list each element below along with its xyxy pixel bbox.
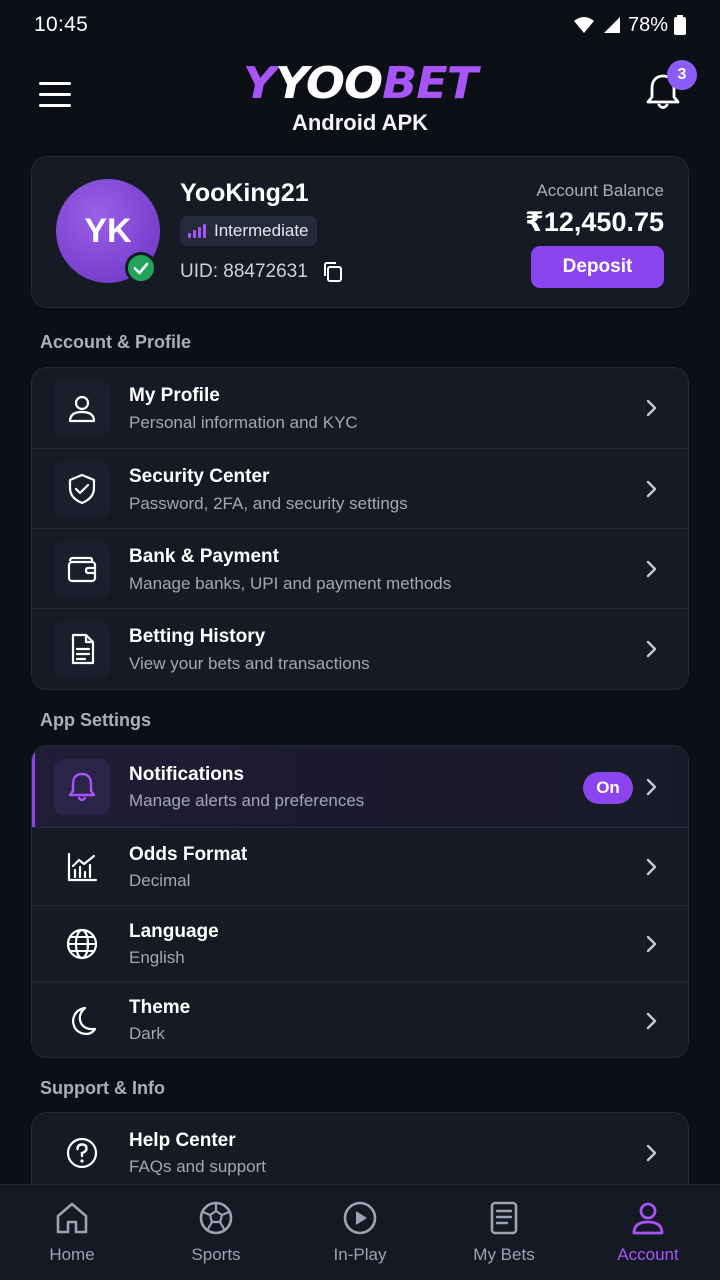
battery-icon — [674, 15, 686, 35]
document-icon — [54, 621, 110, 677]
user-icon — [54, 380, 110, 436]
menu-item-my-profile[interactable]: My Profile Personal information and KYC — [32, 368, 688, 448]
section-title-support: Support & Info — [40, 1078, 165, 1098]
menu-item-subtitle: Decimal — [129, 871, 191, 890]
menu-item-title: Language — [129, 921, 219, 942]
balance-label: Account Balance — [536, 181, 664, 200]
signal-bars-icon — [188, 224, 206, 238]
nav-label: My Bets — [473, 1245, 535, 1264]
brand: YYOOBET Android APK — [0, 58, 720, 136]
menu-item-title: My Profile — [129, 385, 220, 406]
menu-item-security-center[interactable]: Security Center Password, 2FA, and secur… — [32, 448, 688, 528]
menu-item-language[interactable]: Language English — [32, 905, 688, 981]
balance-value: ₹12,450.75 — [525, 207, 664, 237]
nav-my-bets[interactable]: My Bets — [432, 1185, 576, 1280]
soccer-ball-icon — [199, 1201, 233, 1235]
menu-item-title: Notifications — [129, 764, 245, 785]
menu-item-odds-format[interactable]: Odds Format Decimal — [32, 827, 688, 905]
brand-subtitle: Android APK — [291, 110, 429, 135]
home-icon — [56, 1202, 88, 1234]
menu-item-notifications[interactable]: Notifications Manage alerts and preferen… — [32, 746, 688, 827]
menu-item-theme[interactable]: Theme Dark — [32, 981, 688, 1057]
brand-logo: YYOOBET — [242, 57, 478, 109]
menu-item-title: Theme — [129, 997, 191, 1018]
wifi-icon — [573, 17, 594, 33]
account-menu-card: My Profile Personal information and KYC … — [31, 367, 689, 690]
nav-label: In-Play — [333, 1245, 387, 1264]
copy-icon[interactable] — [322, 261, 344, 283]
nav-label: Sports — [191, 1245, 241, 1264]
bottom-nav: Home Sports In-Play My Bets Account — [0, 1184, 720, 1280]
chart-icon — [54, 839, 110, 895]
nav-account[interactable]: Account — [576, 1185, 720, 1280]
menu-item-subtitle: Manage alerts and preferences — [129, 791, 365, 810]
section-title-account: Account & Profile — [40, 332, 192, 352]
chevron-right-icon — [646, 858, 657, 876]
globe-icon — [54, 916, 110, 972]
menu-item-title: Help Center — [129, 1130, 236, 1151]
play-circle-icon — [343, 1201, 377, 1235]
notifications-toggle[interactable]: On — [583, 772, 633, 804]
settings-menu-card: Notifications Manage alerts and preferen… — [31, 745, 689, 1058]
chevron-right-icon — [646, 1144, 657, 1162]
nav-in-play[interactable]: In-Play — [288, 1185, 432, 1280]
menu-item-bank-payment[interactable]: Bank & Payment Manage banks, UPI and pay… — [32, 528, 688, 608]
bell-icon — [54, 759, 110, 815]
chevron-right-icon — [646, 1012, 657, 1030]
menu-item-title: Security Center — [129, 466, 270, 487]
menu-item-title: Odds Format — [129, 844, 248, 865]
nav-sports[interactable]: Sports — [144, 1185, 288, 1280]
shield-check-icon — [54, 461, 110, 517]
chevron-right-icon — [646, 935, 657, 953]
status-time: 10:45 — [34, 13, 89, 36]
chevron-right-icon — [646, 560, 657, 578]
profile-card: YK YooKing21 Intermediate UID: 88472631 … — [31, 156, 689, 308]
menu-item-title: Bank & Payment — [129, 546, 279, 567]
menu-item-subtitle: FAQs and support — [129, 1157, 267, 1176]
signal-icon — [603, 17, 620, 33]
account-icon — [632, 1202, 664, 1235]
wallet-icon — [54, 541, 110, 597]
level-label: Intermediate — [214, 221, 309, 240]
app-header: YYOOBET Android APK 3 — [0, 52, 720, 142]
menu-item-subtitle: View your bets and transactions — [129, 654, 370, 673]
chevron-right-icon — [646, 480, 657, 498]
level-badge: Intermediate — [180, 216, 317, 246]
nav-label: Account — [617, 1245, 679, 1264]
menu-item-help-center[interactable]: Help Center FAQs and support — [32, 1113, 688, 1193]
help-icon — [54, 1125, 110, 1181]
verified-badge-icon — [125, 252, 157, 284]
menu-item-subtitle: Personal information and KYC — [129, 413, 358, 432]
username: YooKing21 — [180, 179, 309, 207]
nav-home[interactable]: Home — [0, 1185, 144, 1280]
section-title-app-settings: App Settings — [40, 710, 151, 730]
battery-percent: 78% — [627, 13, 668, 36]
menu-item-betting-history[interactable]: Betting History View your bets and trans… — [32, 608, 688, 689]
menu-item-subtitle: English — [129, 948, 185, 967]
menu-item-title: Betting History — [129, 626, 266, 647]
uid-text: UID: 88472631 — [180, 261, 308, 282]
chevron-right-icon — [646, 778, 657, 796]
moon-icon — [54, 993, 110, 1049]
menu-item-subtitle: Manage banks, UPI and payment methods — [129, 574, 452, 593]
chevron-right-icon — [646, 399, 657, 417]
nav-label: Home — [49, 1245, 95, 1264]
menu-item-subtitle: Dark — [129, 1024, 165, 1043]
chevron-right-icon — [646, 640, 657, 658]
uid-row: UID: 88472631 — [180, 261, 344, 283]
deposit-button[interactable]: Deposit — [531, 246, 664, 288]
status-bar: 10:45 78% — [0, 0, 720, 50]
status-icons: 78% — [572, 14, 686, 37]
betslip-icon — [490, 1201, 518, 1235]
notification-count-badge: 3 — [667, 60, 697, 90]
menu-item-subtitle: Password, 2FA, and security settings — [129, 494, 408, 513]
